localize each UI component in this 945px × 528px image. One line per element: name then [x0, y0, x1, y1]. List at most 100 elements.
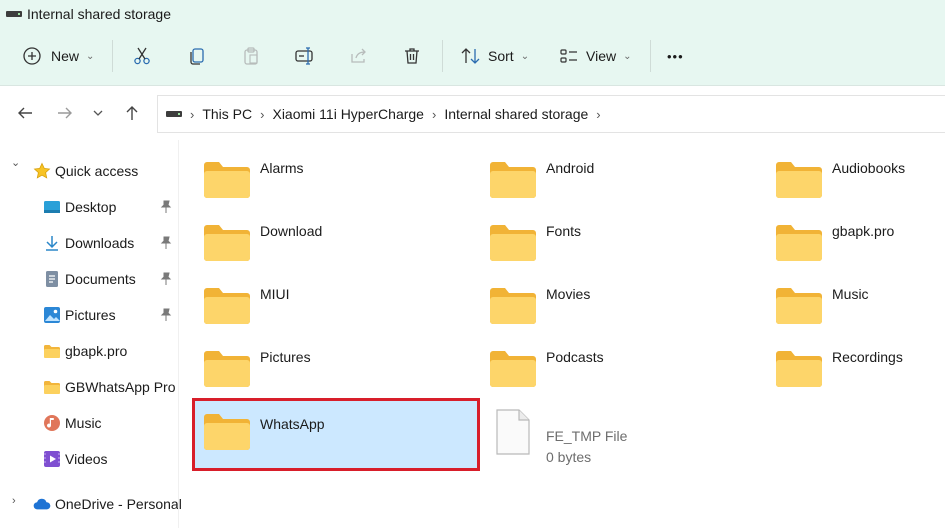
delete-button[interactable]: [402, 36, 422, 76]
folder-icon: [776, 225, 822, 261]
folder-tile-fonts[interactable]: Fonts: [479, 208, 765, 270]
folder-name: Pictures: [260, 349, 311, 365]
folder-icon: [204, 288, 250, 324]
share-button[interactable]: [349, 36, 369, 76]
folder-tile-gbapk[interactable]: gbapk.pro: [765, 208, 945, 270]
file-tile-fe-tmp[interactable]: FE_TMP File 0 bytes: [479, 398, 765, 471]
chevron-down-icon: [93, 110, 103, 116]
documents-icon: [43, 270, 61, 288]
folder-tile-podcasts[interactable]: Podcasts: [479, 334, 765, 396]
chevron-down-icon: ⌄: [86, 50, 95, 62]
folder-name: Podcasts: [546, 349, 604, 365]
toolbar-divider: [650, 40, 651, 72]
sidebar-item-onedrive[interactable]: OneDrive - Personal: [33, 490, 182, 518]
copy-icon: [190, 48, 204, 65]
view-button[interactable]: View ⌄: [559, 36, 631, 76]
folder-icon: [490, 225, 536, 261]
folder-icon: [776, 288, 822, 324]
sidebar-item-quick-access[interactable]: Quick access: [33, 157, 138, 185]
back-button[interactable]: [14, 102, 36, 124]
folder-icon: [204, 162, 250, 198]
sidebar-item-label: Quick access: [55, 163, 139, 179]
folder-name: Movies: [546, 286, 591, 302]
more-icon: •••: [667, 48, 684, 64]
sidebar-item-music[interactable]: Music: [43, 409, 102, 437]
folder-tile-pictures[interactable]: Pictures: [193, 334, 479, 396]
folder-icon: [776, 351, 822, 387]
new-label: New: [51, 48, 80, 64]
sidebar-item-gbwhatsapp[interactable]: GBWhatsApp Pro: [43, 373, 176, 401]
scissors-icon: [134, 47, 150, 65]
arrow-up-icon: [126, 106, 138, 120]
up-button[interactable]: [121, 102, 143, 124]
folder-tile-android[interactable]: Android: [479, 145, 765, 207]
breadcrumb-separator: ›: [260, 106, 265, 122]
folder-name: WhatsApp: [260, 416, 325, 432]
paste-icon: [244, 47, 258, 65]
forward-button[interactable]: [54, 102, 76, 124]
window-title: Internal shared storage: [27, 6, 171, 22]
breadcrumb-separator: ›: [596, 106, 601, 122]
command-bar: New ⌄ Sort ⌄ View ⌄ •••: [0, 36, 945, 78]
desktop-icon: [43, 198, 61, 216]
folder-name: Audiobooks: [832, 160, 906, 176]
breadcrumb-separator: ›: [431, 106, 437, 122]
toolbar-divider: [112, 40, 113, 72]
sidebar-item-label: OneDrive - Personal: [55, 496, 182, 512]
sidebar-item-label: Desktop: [65, 199, 117, 215]
breadcrumb-this-pc[interactable]: This PC: [202, 106, 252, 122]
new-button[interactable]: New ⌄: [22, 36, 94, 76]
folder-tile-movies[interactable]: Movies: [479, 271, 765, 333]
cut-button[interactable]: [132, 36, 152, 76]
recent-locations-button[interactable]: [87, 102, 109, 124]
view-icon: [560, 49, 577, 63]
sidebar-item-desktop[interactable]: Desktop: [43, 193, 116, 221]
rename-button[interactable]: [294, 36, 316, 76]
sort-button[interactable]: Sort ⌄: [460, 36, 529, 76]
more-options-button[interactable]: •••: [667, 36, 684, 76]
command-area: Internal shared storage New ⌄ Sort ⌄ Vie…: [0, 0, 945, 86]
sidebar-item-label: Videos: [65, 451, 108, 467]
sidebar-item-videos[interactable]: Videos: [43, 445, 108, 473]
address-bar[interactable]: › This PC › Xiaomi 11i HyperCharge › Int…: [157, 95, 945, 133]
rename-icon: [295, 47, 313, 65]
blank-file-icon: [496, 409, 530, 455]
sidebar-item-label: Music: [65, 415, 102, 431]
sidebar-item-documents[interactable]: Documents: [43, 265, 136, 293]
sort-icon: [461, 48, 480, 64]
copy-button[interactable]: [187, 36, 207, 76]
navigation-pane: ⌄ Quick access Desktop Downloads Documen…: [0, 152, 182, 528]
folder-name: Fonts: [546, 223, 582, 239]
chevron-down-icon[interactable]: ⌄: [11, 156, 20, 169]
sidebar-item-label: Downloads: [65, 235, 135, 251]
folder-icon: [43, 342, 61, 360]
folder-tile-whatsapp[interactable]: WhatsApp: [192, 398, 480, 471]
folder-tile-miui[interactable]: MIUI: [193, 271, 479, 333]
pin-icon[interactable]: [160, 200, 172, 214]
plus-circle-icon: [23, 47, 41, 65]
sidebar-item-downloads[interactable]: Downloads: [43, 229, 134, 257]
sidebar-item-label: gbapk.pro: [65, 343, 128, 359]
folder-name: Alarms: [260, 160, 304, 176]
pin-icon[interactable]: [160, 236, 172, 250]
drive-icon: [166, 111, 182, 117]
folder-tile-audiobooks[interactable]: Audiobooks: [765, 145, 945, 207]
folder-icon: [204, 225, 250, 261]
folder-tile-alarms[interactable]: Alarms: [193, 145, 479, 207]
folder-tile-music[interactable]: Music: [765, 271, 945, 333]
breadcrumb-storage[interactable]: Internal shared storage: [444, 106, 588, 122]
title-bar: Internal shared storage: [0, 0, 171, 28]
folder-name: gbapk.pro: [832, 223, 895, 239]
chevron-right-icon[interactable]: ›: [12, 495, 16, 507]
sidebar-item-pictures[interactable]: Pictures: [43, 301, 116, 329]
sidebar-item-gbapk[interactable]: gbapk.pro: [43, 337, 127, 365]
chevron-down-icon: ⌄: [520, 50, 530, 62]
folder-icon: [204, 414, 250, 450]
folder-name: Android: [546, 160, 595, 176]
pin-icon[interactable]: [160, 308, 172, 322]
paste-button[interactable]: [241, 36, 261, 76]
folder-tile-download[interactable]: Download: [193, 208, 479, 270]
breadcrumb-device[interactable]: Xiaomi 11i HyperCharge: [272, 106, 423, 122]
folder-tile-recordings[interactable]: Recordings: [765, 334, 945, 396]
pin-icon[interactable]: [160, 272, 172, 286]
